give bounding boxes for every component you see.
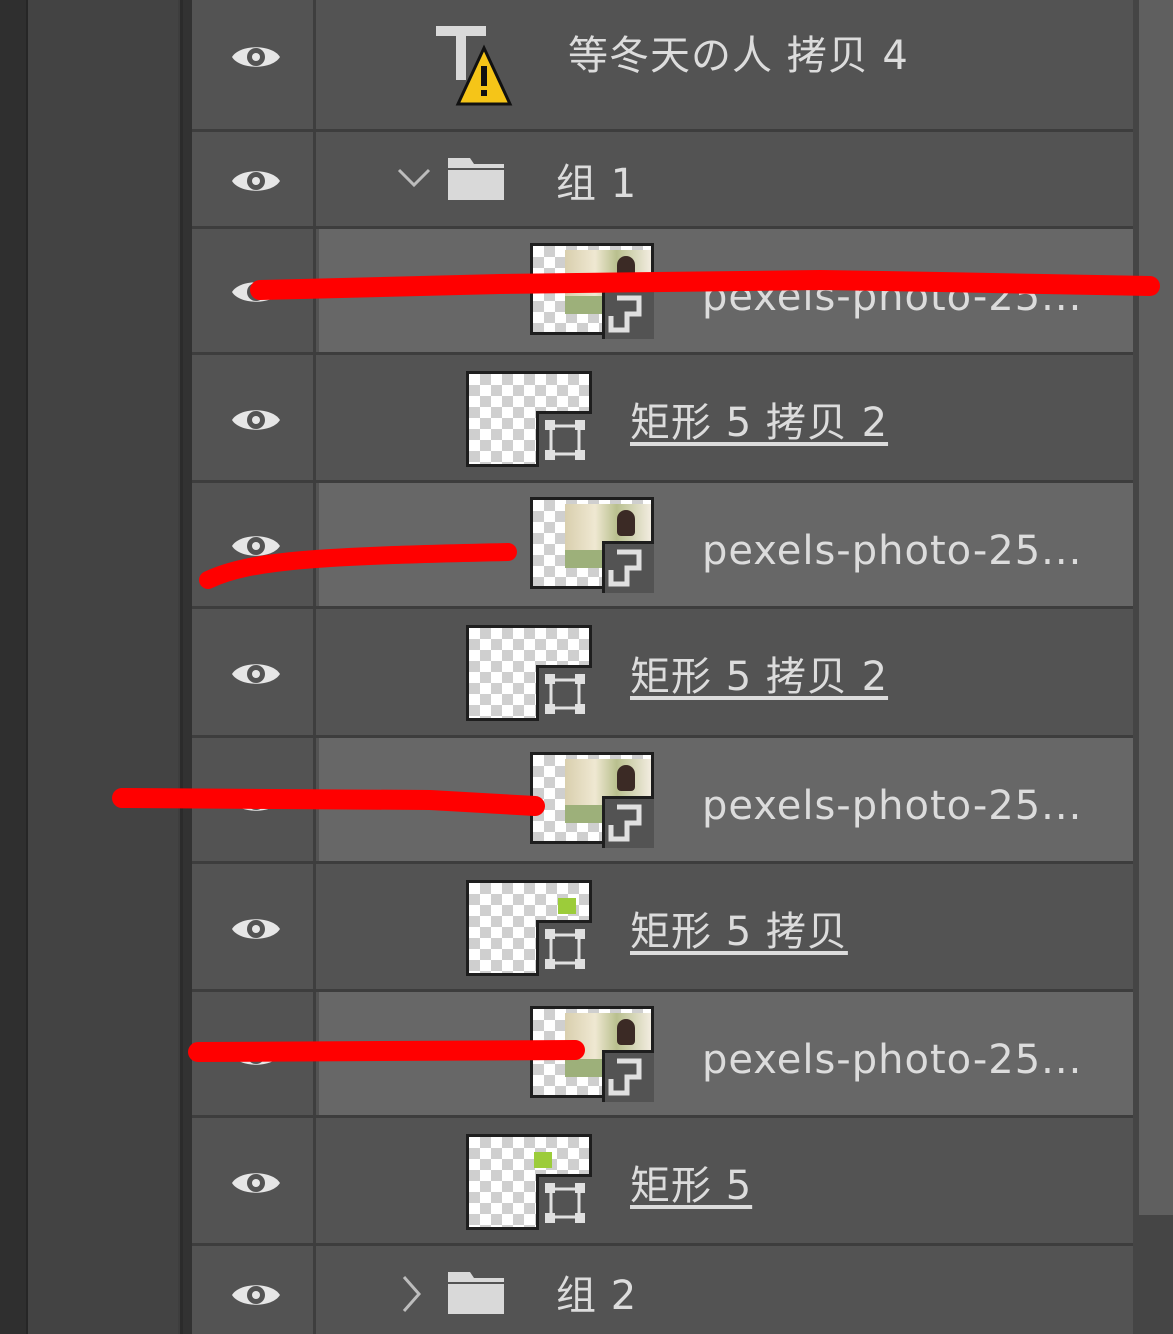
visibility-toggle[interactable] — [192, 864, 316, 989]
visibility-toggle[interactable] — [192, 0, 316, 129]
text-layer-icon — [436, 26, 513, 106]
folder-icon — [448, 158, 504, 200]
visibility-toggle[interactable] — [192, 992, 316, 1115]
visibility-toggle[interactable] — [192, 355, 316, 480]
layer-name[interactable]: 矩形 5 拷贝 — [630, 912, 848, 952]
eye-icon[interactable] — [230, 529, 282, 563]
chevron-right-icon[interactable] — [400, 1274, 424, 1314]
eye-icon[interactable] — [230, 784, 282, 818]
layer-row-group[interactable]: 组 1 — [192, 132, 1133, 229]
eye-icon[interactable] — [230, 40, 282, 74]
shape-badge-icon — [536, 1174, 592, 1230]
eye-icon[interactable] — [230, 164, 282, 198]
eye-icon[interactable] — [230, 275, 282, 309]
visibility-toggle[interactable] — [192, 1246, 316, 1334]
layer-row-smart-object[interactable]: pexels-photo-25... — [192, 992, 1133, 1118]
visibility-toggle[interactable] — [192, 132, 316, 226]
smart-object-badge-icon — [602, 796, 654, 848]
layer-row-shape[interactable]: 矩形 5 拷贝 2 — [192, 355, 1133, 483]
eye-icon[interactable] — [230, 403, 282, 437]
layer-row-smart-object[interactable]: pexels-photo-25... — [192, 483, 1133, 609]
visibility-toggle[interactable] — [192, 229, 316, 352]
chevron-down-icon[interactable] — [396, 166, 432, 190]
visibility-toggle[interactable] — [192, 1118, 316, 1243]
layer-name[interactable]: 等冬天の人 拷贝 4 — [568, 36, 909, 76]
visibility-toggle[interactable] — [192, 483, 316, 606]
smart-object-badge-icon — [602, 1050, 654, 1102]
shape-color-swatch — [558, 898, 576, 914]
layer-row-text[interactable]: 等冬天の人 拷贝 4 — [192, 0, 1133, 132]
layer-name[interactable]: pexels-photo-25... — [702, 1040, 1082, 1080]
shape-color-swatch — [534, 1152, 552, 1168]
layer-name[interactable]: pexels-photo-25... — [702, 786, 1082, 826]
smart-object-badge-icon — [602, 287, 654, 339]
folder-icon — [448, 1272, 504, 1314]
layer-row-group[interactable]: 组 2 — [192, 1246, 1133, 1334]
layer-name[interactable]: 组 1 — [556, 164, 637, 204]
eye-icon[interactable] — [230, 912, 282, 946]
left-panel-edge — [0, 0, 28, 1334]
layer-row-shape[interactable]: 矩形 5 拷贝 — [192, 864, 1133, 992]
eye-icon[interactable] — [230, 1166, 282, 1200]
shape-badge-icon — [536, 665, 592, 721]
layer-row-shape[interactable]: 矩形 5 — [192, 1118, 1133, 1246]
layer-name[interactable]: 组 2 — [556, 1276, 637, 1316]
eye-icon[interactable] — [230, 1278, 282, 1312]
shape-badge-icon — [536, 920, 592, 976]
eye-icon[interactable] — [230, 1038, 282, 1072]
layer-name[interactable]: 矩形 5 拷贝 2 — [630, 657, 888, 697]
panel-gutter — [28, 0, 178, 1334]
visibility-toggle[interactable] — [192, 738, 316, 861]
layer-row-smart-object[interactable]: pexels-photo-25... — [192, 229, 1133, 355]
shape-badge-icon — [536, 411, 592, 467]
smart-object-badge-icon — [602, 541, 654, 593]
layer-name[interactable]: pexels-photo-25... — [702, 277, 1082, 317]
layer-row-shape[interactable]: 矩形 5 拷贝 2 — [192, 609, 1133, 738]
layer-row-smart-object[interactable]: pexels-photo-25... — [192, 738, 1133, 864]
layer-name[interactable]: pexels-photo-25... — [702, 531, 1082, 571]
eye-icon[interactable] — [230, 657, 282, 691]
visibility-toggle[interactable] — [192, 609, 316, 735]
scrollbar-thumb[interactable] — [1139, 0, 1173, 1215]
layer-name[interactable]: 矩形 5 拷贝 2 — [630, 403, 888, 443]
layer-name[interactable]: 矩形 5 — [630, 1166, 752, 1206]
